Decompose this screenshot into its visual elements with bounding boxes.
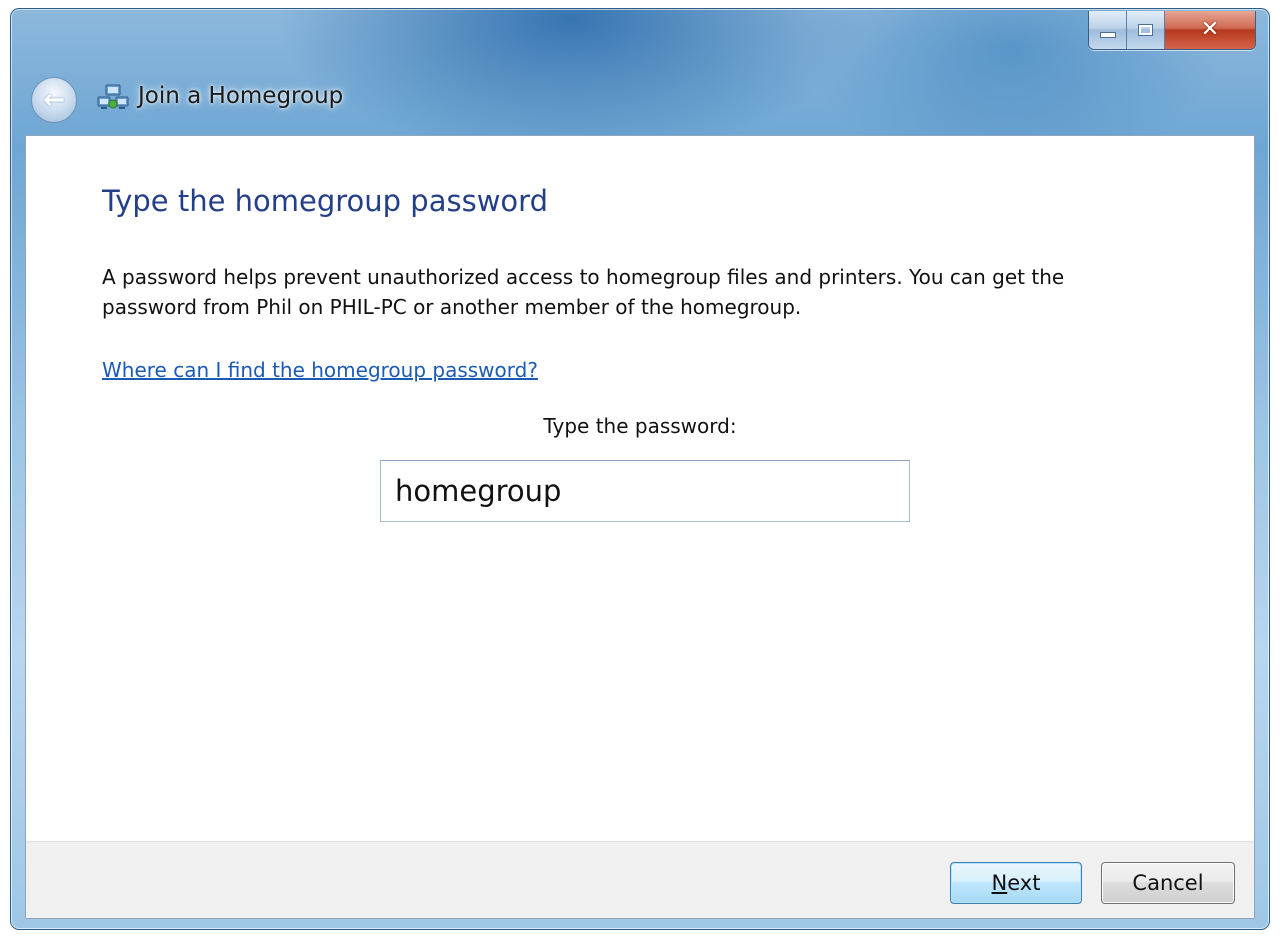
back-arrow-icon: ← [43,85,65,115]
caption-buttons: ✕ [1088,11,1256,50]
title-bar[interactable]: ✕ ← Join a Homegroup [11,9,1269,135]
back-button[interactable]: ← [31,77,77,123]
window-title: Join a Homegroup [138,83,344,109]
maximize-button[interactable] [1127,11,1165,49]
minimize-button[interactable] [1089,11,1127,49]
page-heading: Type the homegroup password [102,184,548,218]
close-button[interactable]: ✕ [1165,11,1255,49]
next-button[interactable]: Next [950,862,1082,904]
button-bar: Next Cancel [26,841,1254,918]
wizard-content: Type the homegroup password A password h… [25,135,1255,919]
homegroup-icon [97,84,129,109]
minimize-icon [1099,32,1116,38]
help-link[interactable]: Where can I find the homegroup password? [102,358,538,382]
password-label: Type the password: [543,414,737,438]
close-icon: ✕ [1200,17,1220,42]
cancel-button[interactable]: Cancel [1101,862,1235,904]
description-text: A password helps prevent unauthorized ac… [102,265,1065,319]
homegroup-window: ✕ ← Join a Homegroup Type the homegroup … [10,8,1270,930]
maximize-icon [1138,24,1153,36]
next-label: ext [1007,871,1041,895]
next-access-key: N [991,871,1008,895]
password-input[interactable] [380,460,910,522]
